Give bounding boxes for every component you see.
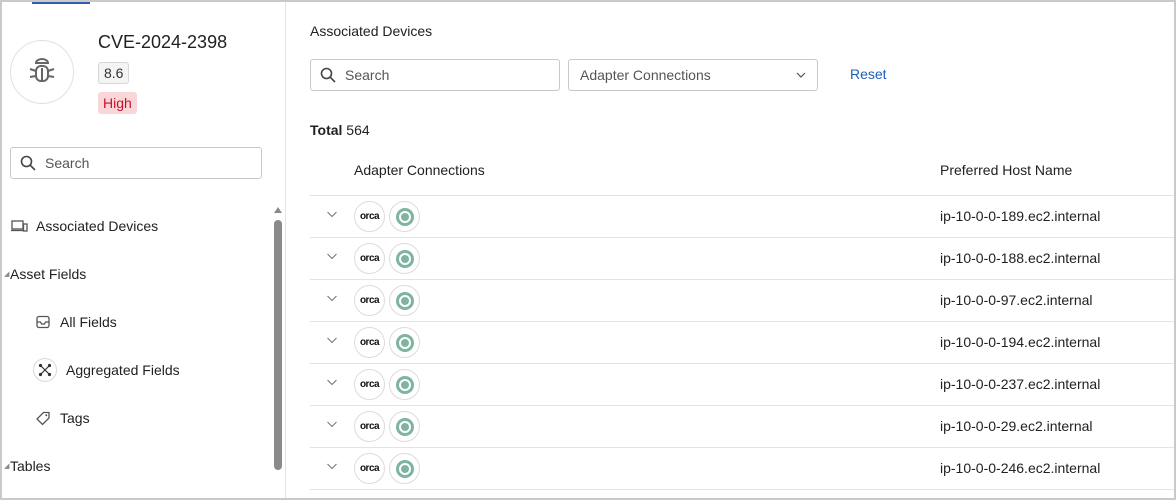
vulnerability-title: CVE-2024-2398 — [98, 32, 228, 52]
host-name-cell: ip-10-0-0-194.ec2.internal — [940, 334, 1101, 350]
sidebar-item-tables[interactable]: Tables — [10, 458, 50, 474]
chevron-down-icon[interactable] — [326, 334, 338, 346]
score-badge: 8.6 — [98, 62, 130, 84]
sidebar-item-label: All Fields — [60, 314, 117, 330]
column-header-preferred-host-name[interactable]: Preferred Host Name — [940, 162, 1072, 178]
chevron-down-icon[interactable] — [326, 376, 338, 388]
table-row[interactable]: orca ip-10-0-0-237.ec2.internal — [310, 364, 1174, 406]
table-row[interactable]: orca ip-10-0-0-246.ec2.internal — [310, 448, 1174, 490]
sidebar-search-input[interactable] — [45, 155, 245, 171]
chevron-down-icon[interactable] — [326, 292, 338, 304]
sidebar-item-asset-fields[interactable]: Asset Fields — [10, 266, 86, 282]
inbox-icon — [36, 315, 50, 329]
orca-logo-icon: orca — [354, 327, 385, 358]
reset-button[interactable]: Reset — [850, 66, 887, 82]
user-avatar-icon — [389, 201, 420, 232]
sidebar-item-label: Tables — [10, 458, 51, 474]
table-header: Adapter Connections Preferred Host Name — [310, 150, 1174, 196]
host-name-cell: ip-10-0-0-188.ec2.internal — [940, 250, 1101, 266]
total-count: Total 564 — [310, 122, 370, 138]
severity-badge: High — [98, 92, 137, 114]
table-row[interactable]: orca ip-10-0-0-189.ec2.internal — [310, 196, 1174, 238]
sidebar-scrollbar[interactable] — [273, 207, 283, 498]
sidebar-item-label: Tags — [60, 410, 90, 426]
total-value: 564 — [346, 122, 370, 138]
chevron-down-icon[interactable] — [326, 250, 338, 262]
host-name-cell: ip-10-0-0-97.ec2.internal — [940, 292, 1093, 308]
vulnerability-avatar — [10, 40, 74, 104]
chevron-down-icon[interactable] — [326, 418, 338, 430]
host-name-cell: ip-10-0-0-189.ec2.internal — [940, 208, 1101, 224]
sidebar-item-label: Asset Fields — [10, 266, 87, 282]
caret-icon: ◢ — [4, 271, 10, 278]
tags-icon — [36, 411, 50, 425]
section-title: Associated Devices — [310, 23, 433, 39]
main-panel: Associated Devices Adapter Connections R… — [287, 2, 1174, 498]
orca-logo-icon: orca — [354, 243, 385, 274]
chevron-down-icon[interactable] — [326, 460, 338, 472]
table-body: orca ip-10-0-0-189.ec2.internal orca ip-10-… — [310, 196, 1174, 490]
sidebar-item-all-fields[interactable]: All Fields — [36, 314, 117, 330]
user-avatar-icon — [389, 285, 420, 316]
sidebar-item-label: Aggregated Fields — [66, 362, 180, 378]
caret-icon: ◢ — [4, 463, 10, 470]
window-frame: CVE-2024-2398 8.6 High Associated Device… — [0, 0, 1176, 500]
column-header-adapter-connections[interactable]: Adapter Connections — [354, 162, 485, 178]
select-value: Adapter Connections — [580, 67, 711, 83]
orca-logo-icon: orca — [354, 201, 385, 232]
scrollbar-thumb[interactable] — [274, 220, 282, 470]
sidebar-item-tags[interactable]: Tags — [36, 410, 90, 426]
table-row[interactable]: orca ip-10-0-0-29.ec2.internal — [310, 406, 1174, 448]
bug-icon — [29, 58, 55, 82]
sidebar-search[interactable] — [10, 147, 262, 179]
table-row[interactable]: orca ip-10-0-0-188.ec2.internal — [310, 238, 1174, 280]
user-avatar-icon — [389, 453, 420, 484]
table-row[interactable]: orca ip-10-0-0-97.ec2.internal — [310, 280, 1174, 322]
devices-search-input[interactable] — [345, 67, 545, 83]
user-avatar-icon — [389, 411, 420, 442]
search-icon — [320, 67, 336, 83]
chevron-down-icon[interactable] — [326, 208, 338, 220]
orca-logo-icon: orca — [354, 453, 385, 484]
total-label: Total — [310, 122, 343, 138]
orca-logo-icon: orca — [354, 285, 385, 316]
devices-icon — [11, 220, 28, 232]
sidebar-item-associated-devices[interactable]: Associated Devices — [11, 218, 158, 234]
orca-logo-icon: orca — [354, 369, 385, 400]
table-row[interactable]: orca ip-10-0-0-194.ec2.internal — [310, 322, 1174, 364]
devices-search[interactable] — [310, 59, 560, 91]
chevron-down-icon — [796, 72, 806, 78]
user-avatar-icon — [389, 369, 420, 400]
user-avatar-icon — [389, 327, 420, 358]
host-name-cell: ip-10-0-0-237.ec2.internal — [940, 376, 1101, 392]
sidebar-item-label: Associated Devices — [36, 218, 159, 234]
search-icon — [20, 155, 36, 171]
aggregate-icon — [33, 358, 57, 382]
sidebar-item-aggregated-fields[interactable]: Aggregated Fields — [33, 358, 180, 382]
scroll-up-arrow-icon[interactable] — [274, 207, 282, 213]
adapter-connections-select[interactable]: Adapter Connections — [568, 59, 818, 91]
sidebar: CVE-2024-2398 8.6 High Associated Device… — [2, 2, 286, 498]
orca-logo-icon: orca — [354, 411, 385, 442]
user-avatar-icon — [389, 243, 420, 274]
host-name-cell: ip-10-0-0-29.ec2.internal — [940, 418, 1093, 434]
host-name-cell: ip-10-0-0-246.ec2.internal — [940, 460, 1101, 476]
